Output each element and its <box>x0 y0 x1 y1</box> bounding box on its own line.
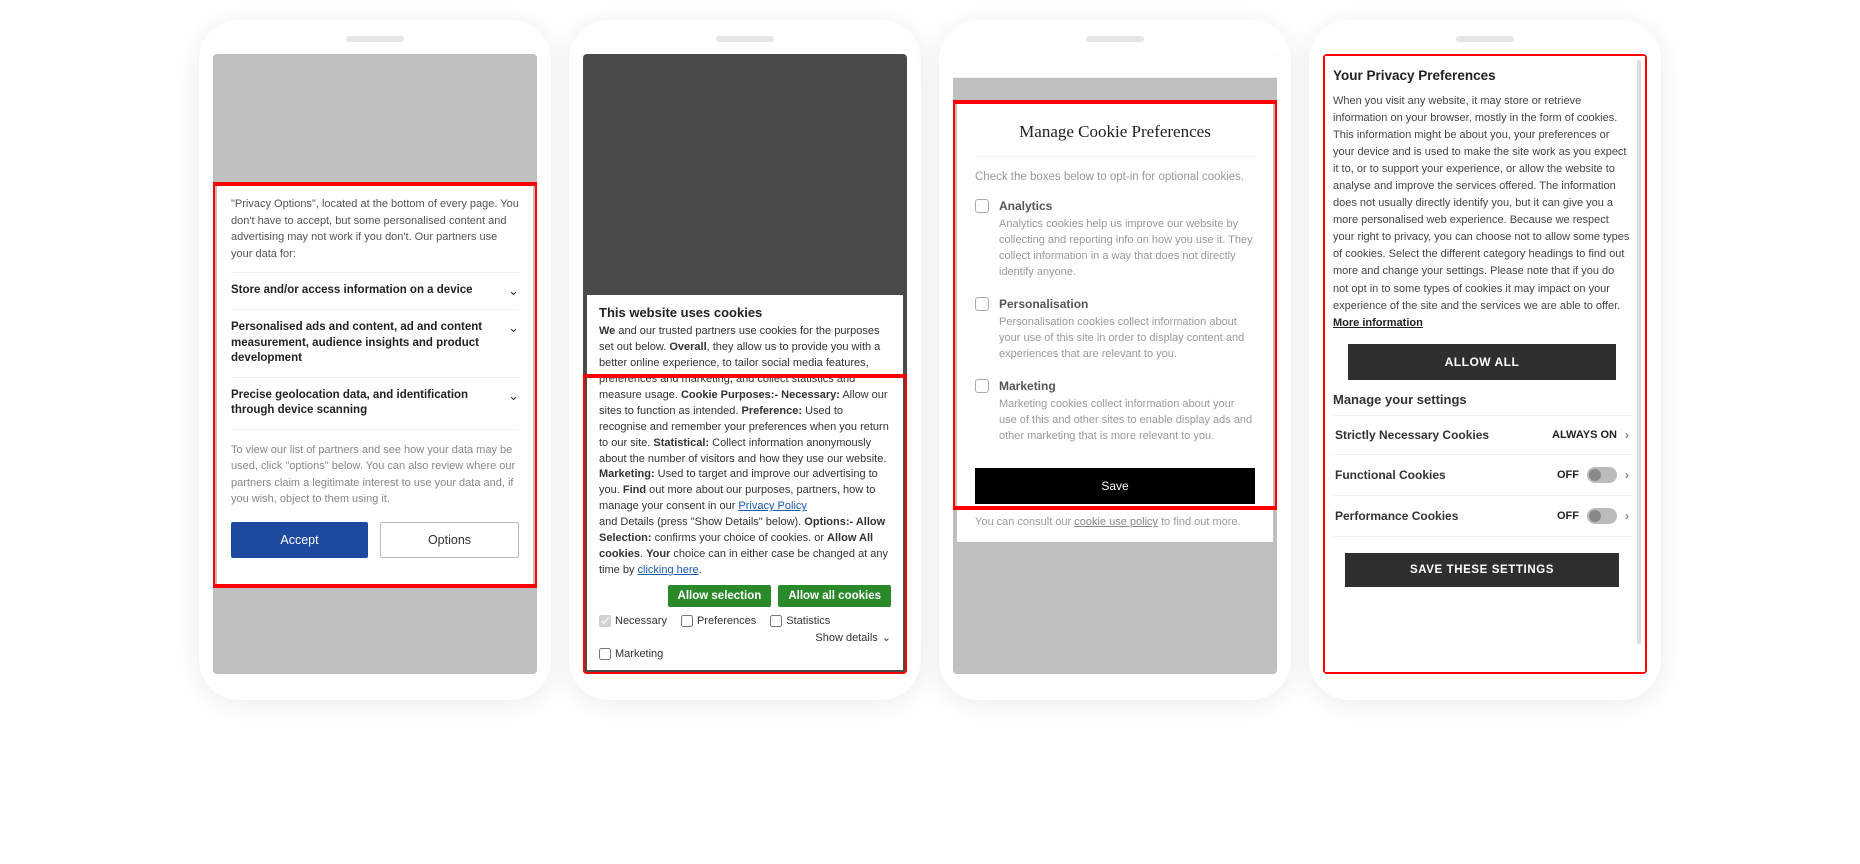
manage-heading: Manage your settings <box>1333 392 1631 407</box>
allow-all-cookies-button[interactable]: Allow all cookies <box>778 585 891 607</box>
personalisation-checkbox[interactable] <box>975 297 989 311</box>
options-button[interactable]: Options <box>380 522 519 558</box>
category-desc: Personalisation cookies collect informat… <box>975 315 1255 363</box>
privacy-preferences-panel: Your Privacy Preferences When you visit … <box>1323 54 1647 674</box>
save-settings-button[interactable]: SAVE THESE SETTINGS <box>1345 553 1619 587</box>
setting-status: OFF <box>1557 469 1579 481</box>
intro-text: "Privacy Options", located at the bottom… <box>231 196 519 262</box>
page-overlay-bg: "Privacy Options", located at the bottom… <box>213 54 537 674</box>
scrollbar[interactable] <box>1637 60 1641 644</box>
toggle-switch[interactable] <box>1587 508 1617 524</box>
marketing-checkbox[interactable]: Marketing <box>599 648 891 660</box>
chevron-right-icon: › <box>1625 509 1629 523</box>
necessary-checkbox[interactable]: Necessary <box>599 615 667 627</box>
toggle-switch[interactable] <box>1587 467 1617 483</box>
chevron-down-icon: ⌄ <box>508 320 519 336</box>
marketing-checkbox[interactable] <box>975 379 989 393</box>
preferences-checkbox[interactable]: Preferences <box>681 615 756 627</box>
privacy-policy-link[interactable]: Privacy Policy <box>738 500 806 512</box>
page-overlay-bg: This website uses cookies We and our tru… <box>583 54 907 674</box>
cookie-banner: This website uses cookies We and our tru… <box>587 295 903 670</box>
phone-speaker <box>1086 36 1144 42</box>
more-info-link[interactable]: More information <box>1333 317 1423 329</box>
chevron-right-icon: › <box>1625 428 1629 442</box>
phone-mock-3: Manage Cookie Preferences Check the boxe… <box>939 20 1291 700</box>
partners-note: To view our list of partners and see how… <box>231 429 519 508</box>
category-label: Personalisation <box>999 297 1088 311</box>
purpose-row[interactable]: Store and/or access information on a dev… <box>231 272 519 309</box>
analytics-checkbox[interactable] <box>975 199 989 213</box>
phone-mock-1: "Privacy Options", located at the bottom… <box>199 20 551 700</box>
panel-title: Manage Cookie Preferences <box>975 122 1255 157</box>
chevron-down-icon: ⌄ <box>882 631 891 644</box>
panel-subtitle: Check the boxes below to opt-in for opti… <box>975 169 1255 185</box>
setting-label: Functional Cookies <box>1335 468 1446 482</box>
purpose-label: Store and/or access information on a dev… <box>231 283 508 299</box>
phone-speaker <box>716 36 774 42</box>
banner-text: We and our trusted partners use cookies … <box>599 324 891 579</box>
setting-status: OFF <box>1557 510 1579 522</box>
chevron-down-icon: ⌄ <box>508 283 519 299</box>
accept-button[interactable]: Accept <box>231 522 368 558</box>
phone-mock-4: Your Privacy Preferences When you visit … <box>1309 20 1661 700</box>
phone-mock-2: This website uses cookies We and our tru… <box>569 20 921 700</box>
purpose-row[interactable]: Personalised ads and content, ad and con… <box>231 309 519 377</box>
privacy-options-panel: "Privacy Options", located at the bottom… <box>217 184 533 584</box>
setting-row-strictly-necessary[interactable]: Strictly Necessary Cookies ALWAYS ON › <box>1333 415 1631 454</box>
top-bar <box>953 54 1277 78</box>
page-overlay-bg: Manage Cookie Preferences Check the boxe… <box>953 54 1277 674</box>
clicking-here-link[interactable]: clicking here <box>638 564 699 576</box>
show-details-toggle[interactable]: Show details ⌄ <box>815 631 891 644</box>
purpose-label: Precise geolocation data, and identifica… <box>231 388 508 419</box>
banner-title: This website uses cookies <box>599 305 891 320</box>
allow-selection-button[interactable]: Allow selection <box>668 585 772 607</box>
footer-text: You can consult our cookie use policy to… <box>975 516 1255 528</box>
cookie-policy-link[interactable]: cookie use policy <box>1074 516 1158 528</box>
setting-label: Performance Cookies <box>1335 509 1458 523</box>
phone-speaker <box>346 36 404 42</box>
chevron-right-icon: › <box>1625 468 1629 482</box>
setting-status: ALWAYS ON <box>1552 429 1617 441</box>
phone-speaker <box>1456 36 1514 42</box>
category-desc: Analytics cookies help us improve our we… <box>975 217 1255 281</box>
panel-title: Your Privacy Preferences <box>1333 68 1631 83</box>
chevron-down-icon: ⌄ <box>508 388 519 404</box>
purpose-label: Personalised ads and content, ad and con… <box>231 320 508 367</box>
statistics-checkbox[interactable]: Statistics <box>770 615 830 627</box>
setting-row-performance[interactable]: Performance Cookies OFF › <box>1333 495 1631 537</box>
category-label: Analytics <box>999 199 1052 213</box>
purpose-row[interactable]: Precise geolocation data, and identifica… <box>231 377 519 429</box>
panel-description: When you visit any website, it may store… <box>1333 93 1631 332</box>
category-desc: Marketing cookies collect information ab… <box>975 397 1255 445</box>
setting-row-functional[interactable]: Functional Cookies OFF › <box>1333 454 1631 495</box>
setting-label: Strictly Necessary Cookies <box>1335 428 1489 442</box>
save-button[interactable]: Save <box>975 468 1255 504</box>
category-label: Marketing <box>999 379 1056 393</box>
manage-cookie-panel: Manage Cookie Preferences Check the boxe… <box>957 104 1273 542</box>
allow-all-button[interactable]: ALLOW ALL <box>1348 344 1616 380</box>
